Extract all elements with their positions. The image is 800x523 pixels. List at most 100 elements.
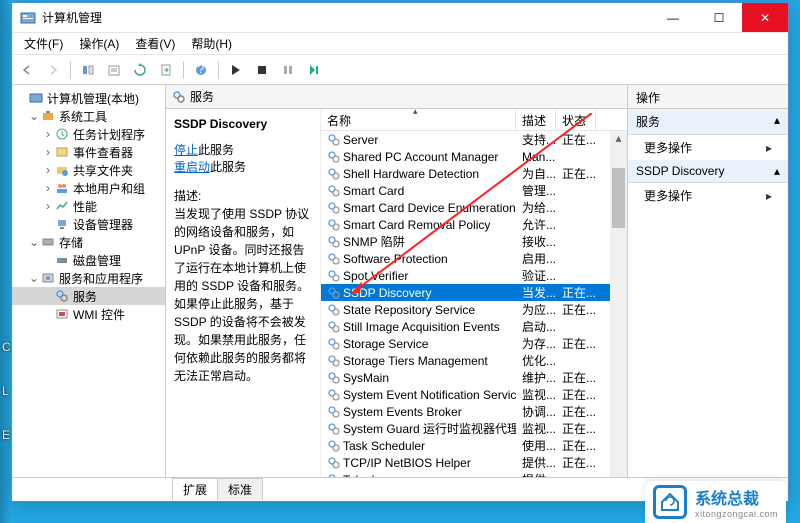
action-more-services[interactable]: 更多操作▸ (628, 135, 788, 160)
service-row[interactable]: Telephony提供... (321, 471, 627, 477)
service-row[interactable]: Server支持...正在... (321, 131, 627, 148)
close-button[interactable] (742, 3, 788, 32)
service-row[interactable]: TCP/IP NetBIOS Helper提供...正在... (321, 454, 627, 471)
scrollbar[interactable]: ▴ (610, 131, 627, 477)
maximize-button[interactable] (696, 3, 742, 32)
help-button[interactable]: ? (190, 59, 212, 81)
pause-button[interactable] (277, 59, 299, 81)
stop-button[interactable] (251, 59, 273, 81)
tree-disk-management[interactable]: 磁盘管理 (12, 251, 165, 269)
service-row[interactable]: Task Scheduler使用...正在... (321, 437, 627, 454)
service-row[interactable]: Spot Verifier验证... (321, 267, 627, 284)
tree-local-users[interactable]: ›本地用户和组 (12, 179, 165, 197)
service-name: SNMP 陷阱 (343, 233, 405, 250)
menu-file[interactable]: 文件(F) (16, 33, 71, 54)
refresh-button[interactable] (129, 59, 151, 81)
service-status: 正在... (556, 335, 596, 352)
service-name: Server (343, 133, 378, 147)
tree-event-viewer[interactable]: ›事件查看器 (12, 143, 165, 161)
menu-action[interactable]: 操作(A) (71, 33, 127, 54)
service-status: 正在... (556, 369, 596, 386)
service-row[interactable]: State Repository Service为应...正在... (321, 301, 627, 318)
service-row[interactable]: SNMP 陷阱接收... (321, 233, 627, 250)
service-row[interactable]: Software Protection启用... (321, 250, 627, 267)
service-row[interactable]: Shared PC Account ManagerMan... (321, 148, 627, 165)
service-icon (327, 303, 341, 317)
service-row[interactable]: Still Image Acquisition Events启动... (321, 318, 627, 335)
service-row[interactable]: Smart Card Removal Policy允许... (321, 216, 627, 233)
service-desc: 为应... (516, 301, 556, 318)
service-icon (327, 218, 341, 232)
tab-extended[interactable]: 扩展 (172, 478, 218, 500)
service-icon (327, 269, 341, 283)
column-status[interactable]: 状态 (556, 109, 596, 130)
forward-button[interactable] (42, 59, 64, 81)
service-status: 正在... (556, 386, 596, 403)
scrollbar-thumb[interactable] (612, 168, 625, 228)
tab-standard[interactable]: 标准 (217, 478, 263, 500)
service-icon (327, 388, 341, 402)
service-desc: 优化... (516, 352, 556, 369)
watermark-url: xitongzongcai.com (695, 509, 778, 519)
svg-text:?: ? (198, 63, 205, 76)
titlebar[interactable]: 计算机管理 (12, 3, 788, 33)
service-row[interactable]: Shell Hardware Detection为自...正在... (321, 165, 627, 182)
back-button[interactable] (16, 59, 38, 81)
tree-services-apps[interactable]: ⌄服务和应用程序 (12, 269, 165, 287)
service-icon (327, 184, 341, 198)
service-row[interactable]: Storage Tiers Management优化... (321, 352, 627, 369)
actions-section-services[interactable]: 服务▴ (628, 109, 788, 135)
export-button[interactable] (155, 59, 177, 81)
service-row[interactable]: System Events Broker协调...正在... (321, 403, 627, 420)
restart-service-link[interactable]: 重启动 (174, 160, 210, 174)
service-status: 正在... (556, 284, 596, 301)
service-icon (327, 286, 341, 300)
menu-help[interactable]: 帮助(H) (183, 33, 240, 54)
service-icon (327, 252, 341, 266)
service-row[interactable]: System Guard 运行时监视器代理监视...正在... (321, 420, 627, 437)
start-button[interactable] (225, 59, 247, 81)
service-icon (327, 405, 341, 419)
services-list[interactable]: ▴ 名称 描述 状态 Server 支持... 正在... Shared PC Acc… (321, 109, 627, 477)
tree-device-manager[interactable]: 设备管理器 (12, 215, 165, 233)
service-row[interactable]: SysMain维护...正在... (321, 369, 627, 386)
service-desc: 验证... (516, 267, 556, 284)
service-row[interactable]: System Event Notification Service监视...正在… (321, 386, 627, 403)
service-icon (327, 235, 341, 249)
chevron-right-icon: ▸ (766, 189, 772, 203)
properties-button[interactable] (103, 59, 125, 81)
actions-section-selected[interactable]: SSDP Discovery▴ (628, 160, 788, 183)
stop-service-link[interactable]: 停止 (174, 143, 198, 157)
tree-services[interactable]: 服务 (12, 287, 165, 305)
restart-button[interactable] (303, 59, 325, 81)
menu-view[interactable]: 查看(V) (127, 33, 183, 54)
tree-root[interactable]: 计算机管理(本地) (12, 89, 165, 107)
service-row[interactable]: SSDP Discovery当发...正在... (321, 284, 627, 301)
column-name[interactable]: 名称 (321, 109, 516, 130)
service-name: Shell Hardware Detection (343, 167, 479, 181)
service-desc: 为自... (516, 165, 556, 182)
action-more-selected[interactable]: 更多操作▸ (628, 183, 788, 208)
service-desc: 允许... (516, 216, 556, 233)
service-icon (327, 167, 341, 181)
tree-system-tools[interactable]: ⌄系统工具 (12, 107, 165, 125)
navigation-tree[interactable]: 计算机管理(本地) ⌄系统工具 ›任务计划程序 ›事件查看器 ›共享文件夹 ›本… (12, 85, 166, 477)
service-status: 正在... (556, 403, 596, 420)
tree-task-scheduler[interactable]: ›任务计划程序 (12, 125, 165, 143)
tree-storage[interactable]: ⌄存储 (12, 233, 165, 251)
service-row[interactable]: Smart Card Device Enumeration Service为给.… (321, 199, 627, 216)
column-desc[interactable]: 描述 (516, 109, 556, 130)
services-icon (172, 90, 186, 104)
show-hide-button[interactable] (77, 59, 99, 81)
service-desc: 支持... (516, 131, 556, 148)
service-row[interactable]: Storage Service为存...正在... (321, 335, 627, 352)
service-icon (327, 133, 341, 147)
service-detail-pane: SSDP Discovery 停止此服务 重启动此服务 描述: 当发现了使用 S… (166, 109, 321, 477)
minimize-button[interactable] (650, 3, 696, 32)
tree-performance[interactable]: ›性能 (12, 197, 165, 215)
panel-title: 服务 (190, 88, 214, 105)
tree-shared-folders[interactable]: ›共享文件夹 (12, 161, 165, 179)
service-row[interactable]: Smart Card管理... (321, 182, 627, 199)
tree-wmi[interactable]: WMI 控件 (12, 305, 165, 323)
service-name: SysMain (343, 371, 389, 385)
